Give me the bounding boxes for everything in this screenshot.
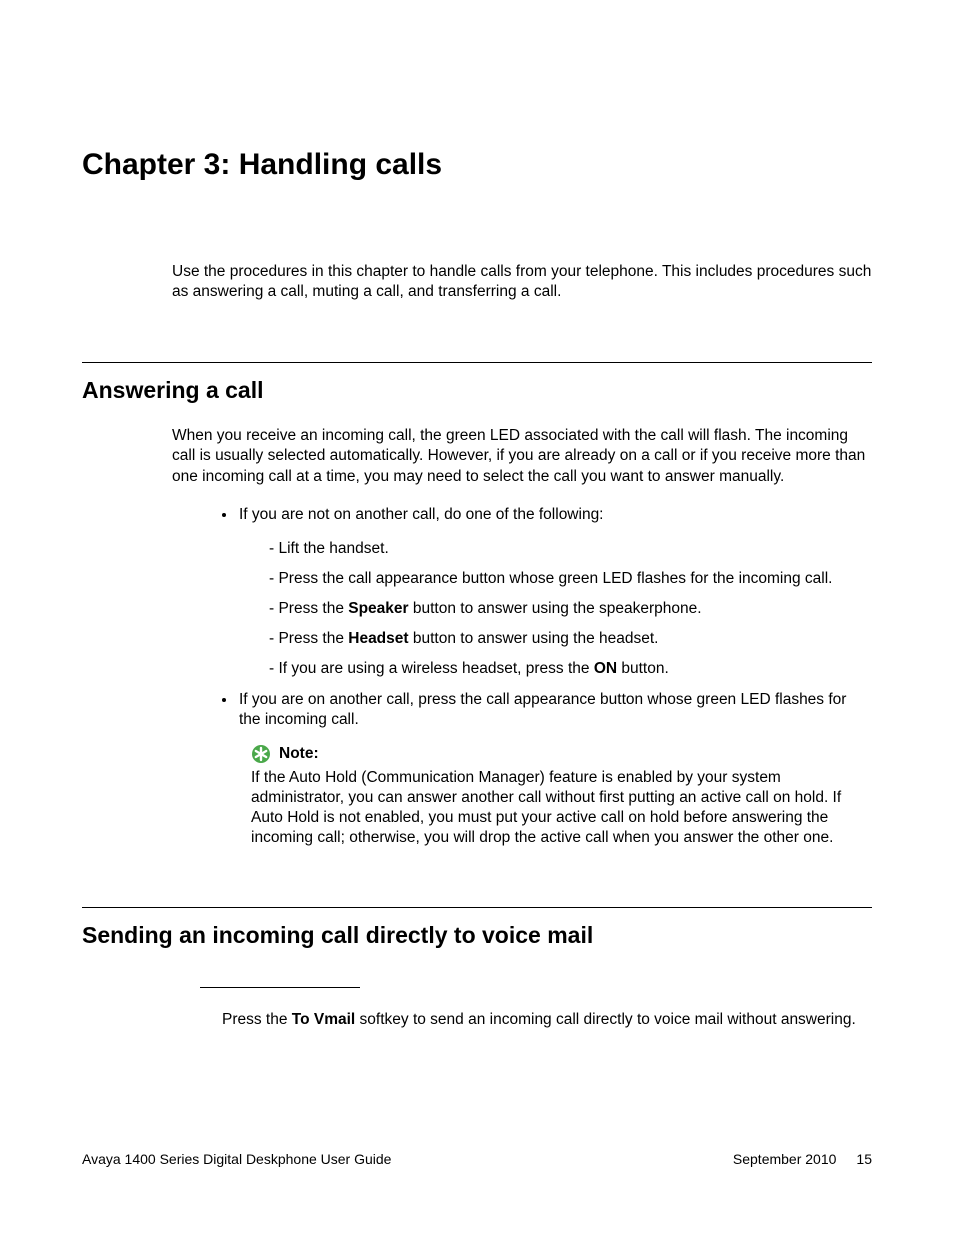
note-label: Note:: [279, 744, 319, 764]
text-run: Press the: [222, 1011, 292, 1028]
dash-item: - Press the call appearance button whose…: [269, 569, 872, 589]
list-item: If you are on another call, press the ca…: [237, 690, 872, 849]
chapter-title: Chapter 3: Handling calls: [82, 148, 872, 182]
bold-run: To Vmail: [292, 1011, 355, 1028]
footer-doc-title: Avaya 1400 Series Digital Deskphone User…: [82, 1151, 391, 1167]
text-run: - Press the: [269, 630, 348, 647]
dash-item: - Press the Speaker button to answer usi…: [269, 599, 872, 619]
dash-item: - Lift the handset.: [269, 539, 872, 559]
dash-list: - Lift the handset. - Press the call app…: [269, 539, 872, 680]
section1-intro: When you receive an incoming call, the g…: [172, 426, 872, 486]
section-divider: [82, 907, 872, 908]
note-block: Note: If the Auto Hold (Communication Ma…: [251, 744, 872, 849]
note-asterisk-icon: [251, 744, 271, 764]
text-run: - Press the: [269, 600, 348, 617]
text-run: - If you are using a wireless headset, p…: [269, 660, 594, 677]
text-run: button to answer using the headset.: [409, 630, 659, 647]
bold-run: Headset: [348, 630, 408, 647]
text-run: softkey to send an incoming call directl…: [355, 1011, 856, 1028]
dash-item: - Press the Headset button to answer usi…: [269, 629, 872, 649]
note-body: If the Auto Hold (Communication Manager)…: [251, 768, 872, 849]
section-divider: [82, 362, 872, 363]
bold-run: ON: [594, 660, 617, 677]
text-run: button.: [617, 660, 669, 677]
bullet-list: If you are not on another call, do one o…: [172, 505, 872, 849]
section-heading-voicemail: Sending an incoming call directly to voi…: [82, 922, 872, 949]
bullet-lead: If you are not on another call, do one o…: [239, 506, 604, 523]
footer-page-number: 15: [856, 1151, 872, 1167]
dash-item: - If you are using a wireless headset, p…: [269, 659, 872, 679]
bold-run: Speaker: [348, 600, 408, 617]
list-item: If you are not on another call, do one o…: [237, 505, 872, 680]
section2-body: Press the To Vmail softkey to send an in…: [222, 1011, 856, 1028]
chapter-intro: Use the procedures in this chapter to ha…: [172, 262, 872, 302]
footer-date: September 2010: [733, 1151, 837, 1167]
short-divider: [200, 987, 360, 988]
page-footer: Avaya 1400 Series Digital Deskphone User…: [82, 1151, 872, 1167]
text-run: button to answer using the speakerphone.: [409, 600, 702, 617]
bullet-body: If you are on another call, press the ca…: [239, 691, 846, 728]
section-heading-answering: Answering a call: [82, 377, 872, 404]
